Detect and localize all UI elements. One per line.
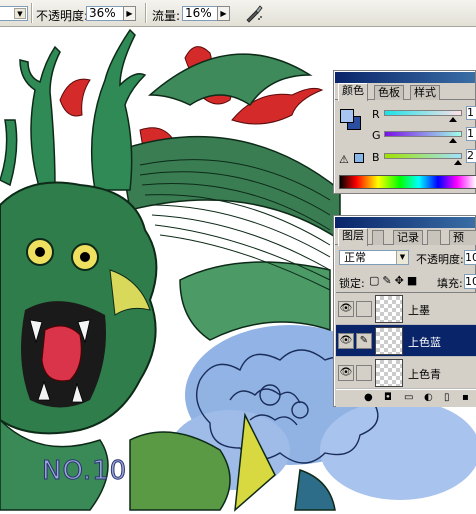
panel-titlebar[interactable] — [335, 217, 475, 228]
channel-label: G — [372, 129, 381, 142]
add-mask-icon[interactable]: ◘ — [384, 392, 392, 403]
layer-row[interactable]: 👁 上墨 — [336, 293, 476, 325]
lock-transparency-icon[interactable]: ▢ — [369, 274, 382, 287]
slider-track[interactable] — [384, 131, 462, 137]
layer-opacity-input[interactable]: 10 — [464, 250, 476, 265]
layer-list: 👁 上墨 👁 ✎ 上色蓝 👁 上色青 — [336, 292, 476, 389]
mode-dropdown[interactable]: ▼ — [0, 6, 28, 21]
color-panel-tabs: 颜色 色板 样式 — [335, 83, 475, 101]
channel-value-input[interactable]: 1 — [466, 106, 476, 120]
tab-layers[interactable]: 图层 — [338, 228, 368, 246]
eye-icon[interactable]: 👁 — [338, 301, 354, 317]
tab-channels[interactable] — [372, 230, 384, 245]
slider-thumb[interactable] — [454, 160, 463, 165]
separator — [145, 3, 146, 23]
adjustment-layer-icon[interactable]: ◐ — [424, 392, 433, 403]
web-safe-swatch[interactable] — [354, 153, 364, 163]
layer-name: 上墨 — [408, 304, 430, 317]
fill-label: 填充: — [437, 277, 463, 290]
layer-name: 上色蓝 — [408, 336, 441, 349]
tab-actions[interactable] — [427, 230, 441, 245]
separator — [31, 3, 32, 23]
layers-footer: ● ◘ ▭ ◐ ▯ ▪ — [336, 389, 476, 407]
lock-move-icon[interactable]: ✥ — [395, 274, 407, 287]
lock-label: 锁定: — [339, 277, 365, 290]
new-set-icon[interactable]: ▭ — [404, 392, 413, 403]
watermark-text: NO.10 — [41, 456, 128, 487]
opacity-popup-button[interactable]: ▶ — [123, 6, 136, 21]
channel-label: R — [372, 108, 380, 121]
panel-titlebar[interactable] — [335, 72, 475, 83]
layer-row[interactable]: 👁 上色青 — [336, 357, 476, 389]
slider-track[interactable] — [384, 110, 462, 116]
layer-thumbnail — [375, 295, 403, 323]
chevron-down-icon: ▼ — [14, 8, 26, 19]
layer-row[interactable]: 👁 ✎ 上色蓝 — [336, 325, 476, 357]
slider-thumb[interactable] — [448, 138, 457, 143]
fill-input[interactable]: 10 — [464, 274, 476, 289]
tab-styles[interactable]: 样式 — [410, 85, 440, 100]
lock-buttons[interactable]: ▢✎✥■ — [369, 274, 420, 287]
eye-icon[interactable]: 👁 — [338, 365, 354, 381]
color-panel: 颜色 色板 样式 R 1 G 1 B 2 ⚠ — [333, 70, 476, 194]
trash-icon[interactable]: ▪ — [462, 392, 469, 403]
color-ramp[interactable] — [339, 175, 476, 189]
layer-opacity-label: 不透明度: — [416, 253, 464, 266]
blend-mode-select[interactable]: 正常 ▼ — [339, 250, 409, 265]
flow-popup-button[interactable]: ▶ — [217, 6, 230, 21]
link-slot[interactable] — [356, 301, 372, 317]
gamut-warning-icon[interactable]: ⚠ — [339, 153, 349, 166]
layer-thumbnail — [375, 327, 403, 355]
tab-history[interactable]: 记录 — [393, 230, 423, 245]
layer-name: 上色青 — [408, 368, 441, 381]
add-style-icon[interactable]: ● — [364, 392, 373, 403]
airbrush-icon[interactable] — [244, 3, 264, 23]
foreground-color-swatch[interactable] — [340, 109, 354, 123]
flow-label: 流量: — [152, 9, 181, 23]
opacity-label: 不透明度: — [36, 9, 89, 23]
channel-value-input[interactable]: 1 — [466, 127, 476, 141]
lock-all-icon[interactable]: ■ — [407, 274, 420, 287]
tab-color[interactable]: 颜色 — [338, 83, 368, 101]
brush-icon[interactable]: ✎ — [356, 333, 372, 349]
layers-panel-tabs: 图层 记录 预 — [335, 228, 476, 246]
options-bar: ▼ 不透明度: 36% ▶ 流量: 16% ▶ — [0, 0, 476, 27]
new-layer-icon[interactable]: ▯ — [444, 392, 450, 403]
tab-swatches[interactable]: 色板 — [374, 85, 404, 100]
lock-paint-icon[interactable]: ✎ — [382, 274, 394, 287]
eye-icon[interactable]: 👁 — [338, 333, 354, 349]
channel-value-input[interactable]: 2 — [466, 149, 476, 163]
layers-panel: 图层 记录 预 正常 ▼ 不透明度: 10 锁定: ▢✎✥■ 填充: 10 👁 … — [333, 215, 476, 407]
slider-track[interactable] — [384, 153, 462, 159]
chevron-down-icon: ▼ — [396, 251, 408, 264]
channel-label: B — [372, 151, 380, 164]
link-slot[interactable] — [356, 365, 372, 381]
blend-mode-value: 正常 — [344, 251, 366, 264]
layer-thumbnail — [375, 359, 403, 387]
tab-more[interactable]: 预 — [449, 230, 476, 245]
slider-thumb[interactable] — [448, 117, 457, 122]
